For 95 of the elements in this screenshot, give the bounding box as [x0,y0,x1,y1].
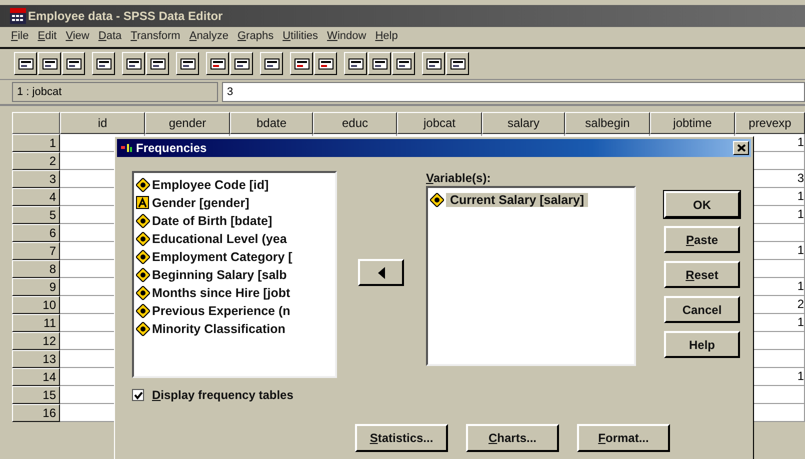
variable-item[interactable]: Gender [gender] [136,194,333,212]
row-header[interactable]: 11 [12,314,60,332]
toolbar-button[interactable] [260,52,283,75]
toolbar-button[interactable] [206,52,229,75]
dialog-button[interactable]: Charts... [466,424,559,452]
toolbar-button[interactable] [62,52,85,75]
app-icon [10,8,26,24]
close-button[interactable] [733,141,749,155]
row-header[interactable]: 6 [12,224,60,242]
dialog-button[interactable]: Format... [577,424,670,452]
scale-variable-icon [430,193,444,207]
scale-variable-icon [136,250,150,264]
toolbar-button[interactable] [38,52,61,75]
variable-item[interactable]: Employee Code [id] [136,176,333,194]
close-icon [736,144,746,152]
row-header[interactable]: 13 [12,350,60,368]
toolbar-button[interactable] [446,52,469,75]
scale-variable-icon [136,286,150,300]
scale-variable-icon [136,232,150,246]
dialog-button[interactable]: OK [664,191,740,218]
scale-variable-icon [136,214,150,228]
row-header[interactable]: 9 [12,278,60,296]
menu-item[interactable]: Window [327,30,366,44]
dialog-button[interactable]: Cancel [664,296,740,323]
row-header[interactable]: 8 [12,260,60,278]
menu-item[interactable]: Graphs [237,30,274,44]
toolbar-button[interactable] [368,52,391,75]
toolbar-button[interactable] [314,52,337,75]
row-header[interactable]: 10 [12,296,60,314]
window-title: Employee data - SPSS Data Editor [28,9,223,23]
column-header[interactable]: salbegin [565,112,650,134]
scale-variable-icon [136,268,150,282]
scale-variable-icon [136,322,150,336]
variable-item[interactable]: Current Salary [salary] [446,193,588,207]
string-variable-icon [136,196,150,210]
column-header[interactable]: jobcat [397,112,482,134]
checkbox[interactable] [132,389,144,401]
corner-cell [12,112,60,134]
column-header[interactable]: salary [482,112,565,134]
row-header[interactable]: 5 [12,206,60,224]
row-header[interactable]: 1 [12,134,60,152]
cell-reference: 1 : jobcat [12,82,218,102]
dialog-title: Frequencies [136,141,207,155]
variable-item[interactable]: Previous Experience (n [136,302,333,320]
scale-variable-icon [136,178,150,192]
menu-item[interactable]: File [11,30,29,44]
row-header[interactable]: 14 [12,368,60,386]
menu-item[interactable]: Analyze [189,30,228,44]
dialog-button[interactable]: Reset [664,261,740,288]
menu-item[interactable]: Transform [130,30,180,44]
dialog-button[interactable]: Help [664,331,740,358]
toolbar-button[interactable] [146,52,169,75]
left-arrow-icon [378,266,384,278]
toolbar-button[interactable] [230,52,253,75]
row-header[interactable]: 4 [12,188,60,206]
variable-item[interactable]: Educational Level (yea [136,230,333,248]
list-label: Variable(s): [426,171,492,185]
cell-value-field[interactable]: 3 [222,82,805,102]
toolbar-button[interactable] [92,52,115,75]
row-header[interactable]: 2 [12,152,60,170]
toolbar-button[interactable] [290,52,313,75]
column-header[interactable]: id [60,112,145,134]
row-header[interactable]: 15 [12,386,60,404]
move-button[interactable] [358,259,404,286]
column-header[interactable]: bdate [230,112,313,134]
row-header[interactable]: 16 [12,404,60,422]
scale-variable-icon [136,304,150,318]
column-header[interactable]: jobtime [650,112,735,134]
variable-item[interactable]: Beginning Salary [salb [136,266,333,284]
variable-item[interactable]: Minority Classification [136,320,333,338]
variable-item[interactable]: Employment Category [ [136,248,333,266]
toolbar-button[interactable] [122,52,145,75]
toolbar-button[interactable] [392,52,415,75]
column-header[interactable]: gender [145,112,230,134]
checkbox-label[interactable]: Display frequency tables [152,388,294,402]
row-header[interactable]: 7 [12,242,60,260]
column-header[interactable]: educ [313,112,397,134]
menu-item[interactable]: Data [98,30,122,44]
dialog-button[interactable]: Statistics... [355,424,448,452]
menu-item[interactable]: View [66,30,90,44]
menu-item[interactable]: Utilities [282,30,318,44]
toolbar-button[interactable] [422,52,445,75]
variable-item[interactable]: Date of Birth [bdate] [136,212,333,230]
variable-item[interactable]: Months since Hire [jobt [136,284,333,302]
menu-item[interactable]: Edit [38,30,57,44]
toolbar-button[interactable] [344,52,367,75]
menu-item[interactable]: Help [375,30,398,44]
app-icon [120,143,134,153]
toolbar-button[interactable] [14,52,37,75]
column-header[interactable]: prevexp [735,112,805,134]
row-header[interactable]: 12 [12,332,60,350]
toolbar-button[interactable] [176,52,199,75]
check-icon [134,390,142,400]
dialog-button[interactable]: Paste [664,226,740,253]
row-header[interactable]: 3 [12,170,60,188]
